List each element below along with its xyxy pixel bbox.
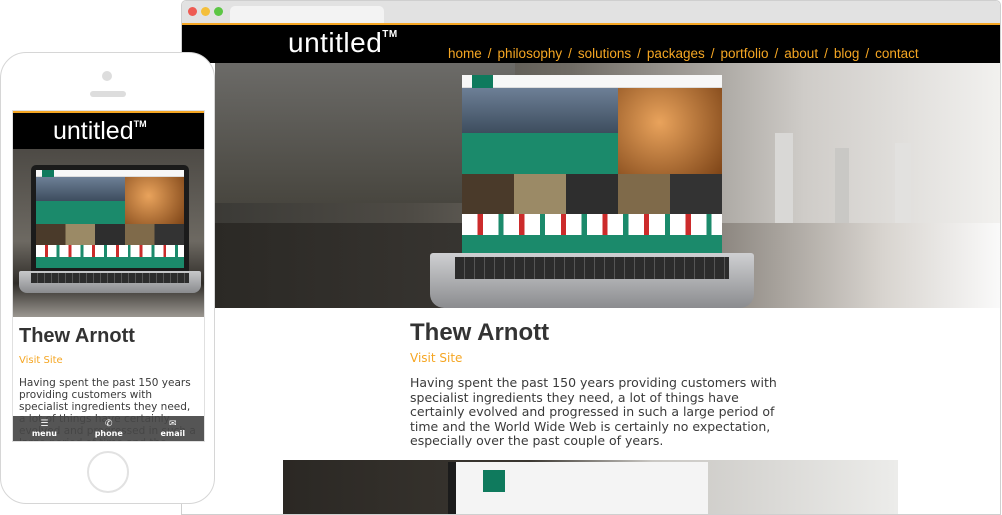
laptop-keyboard — [455, 257, 729, 279]
menu-button[interactable]: ☰ menu — [31, 418, 57, 438]
nav-solutions[interactable]: solutions — [578, 46, 631, 61]
nav-separator: / — [568, 46, 572, 61]
nav-packages[interactable]: packages — [647, 46, 705, 61]
mobile-header: untitledTM — [13, 111, 204, 149]
nav-separator: / — [824, 46, 828, 61]
website-preview-thumbnail — [462, 75, 722, 255]
mobile-hero-image — [13, 149, 204, 317]
nav-portfolio[interactable]: portfolio — [720, 46, 768, 61]
site-header: untitledTM home / philosophy / solutions… — [182, 23, 1000, 63]
maximize-window-dot[interactable] — [214, 7, 223, 16]
visit-site-link[interactable]: Visit Site — [410, 351, 462, 365]
nav-contact[interactable]: contact — [875, 46, 919, 61]
laptop-screen — [462, 75, 722, 255]
email-label: email — [160, 428, 186, 438]
project-title: Thew Arnott — [19, 325, 135, 347]
email-button[interactable]: ✉ email — [160, 418, 186, 438]
nav-philosophy[interactable]: philosophy — [498, 46, 563, 61]
mobile-bottom-toolbar: ☰ menu ✆ phone ✉ email — [13, 416, 204, 441]
menu-icon: ☰ — [40, 418, 49, 429]
phone-speaker — [90, 91, 126, 97]
nav-about[interactable]: about — [784, 46, 818, 61]
minimize-window-dot[interactable] — [201, 7, 210, 16]
project-content: Thew Arnott Visit Site Having spent the … — [410, 319, 780, 449]
phone-camera — [102, 71, 112, 81]
phone-label: phone — [94, 428, 123, 438]
nav-separator: / — [774, 46, 779, 61]
email-icon: ✉ — [169, 418, 177, 429]
trademark-mark: TM — [382, 29, 398, 40]
browser-chrome — [182, 1, 1000, 23]
phone-home-button[interactable] — [87, 451, 129, 493]
trademark-mark: TM — [133, 119, 147, 129]
logo-text: untitled — [53, 117, 134, 145]
browser-tab[interactable] — [230, 6, 384, 23]
project-title: Thew Arnott — [410, 319, 550, 346]
project-description: Having spent the past 150 years providin… — [410, 375, 777, 448]
close-window-dot[interactable] — [188, 7, 197, 16]
nav-separator: / — [865, 46, 870, 61]
mobile-phone-mockup: untitledTM Thew Arnott Visit Site Having… — [0, 52, 215, 504]
secondary-project-image — [283, 460, 898, 514]
mobile-logo[interactable]: untitledTM — [53, 117, 147, 146]
nav-home[interactable]: home — [448, 46, 482, 61]
laptop-keyboard — [31, 273, 189, 283]
nav-separator: / — [710, 46, 715, 61]
hero-image — [215, 63, 1000, 308]
main-nav: home / philosophy / solutions / packages… — [448, 46, 919, 61]
logo-text: untitled — [288, 27, 383, 58]
website-preview-thumbnail — [36, 170, 184, 268]
mockup-stage: untitledTM home / philosophy / solutions… — [0, 0, 1002, 515]
visit-site-link[interactable]: Visit Site — [19, 355, 63, 366]
nav-blog[interactable]: blog — [834, 46, 860, 61]
site-logo[interactable]: untitledTM — [288, 27, 398, 59]
phone-button[interactable]: ✆ phone — [94, 418, 123, 438]
phone-icon: ✆ — [104, 418, 113, 429]
brand-logo-thumbnail — [483, 470, 505, 492]
nav-separator: / — [637, 46, 641, 61]
nav-separator: / — [487, 46, 492, 61]
laptop-screen — [31, 165, 189, 273]
desktop-browser-window: untitledTM home / philosophy / solutions… — [181, 0, 1001, 515]
phone-screen: untitledTM Thew Arnott Visit Site Having… — [12, 110, 205, 442]
menu-label: menu — [31, 428, 57, 438]
